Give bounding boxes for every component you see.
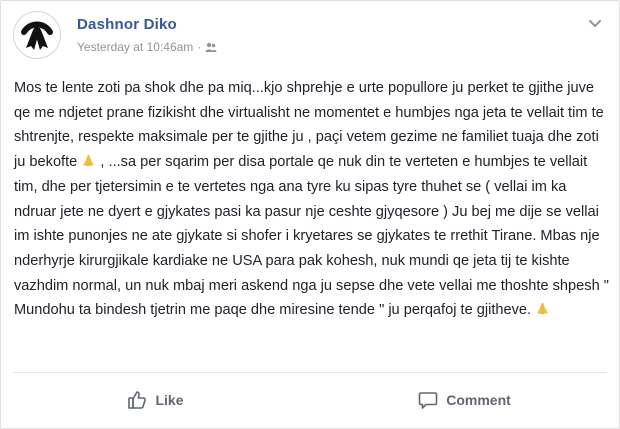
author-name[interactable]: Dashnor Diko: [77, 16, 177, 33]
chevron-down-icon[interactable]: [587, 15, 603, 31]
comment-button[interactable]: Comment: [310, 373, 619, 427]
comment-label: Comment: [446, 392, 511, 408]
post-actions: Like Comment: [1, 373, 619, 427]
friends-icon[interactable]: [205, 41, 217, 53]
post-header: Dashnor Diko Yesterday at 10:46am ·: [13, 11, 607, 61]
post-card: Dashnor Diko Yesterday at 10:46am · Mos …: [0, 0, 620, 429]
comment-bubble-icon: [418, 392, 438, 409]
meta-separator: ·: [197, 40, 202, 54]
post-timestamp[interactable]: Yesterday at 10:46am: [77, 40, 193, 54]
thumbs-up-icon: [128, 391, 147, 409]
avatar[interactable]: [13, 11, 61, 59]
black-ribbon-icon: [21, 21, 53, 50]
post-text: Mos te lente zoti pa shok dhe pa miq...k…: [14, 76, 610, 323]
post-meta: Yesterday at 10:46am ·: [77, 40, 217, 54]
praying-hands-icon: [537, 303, 549, 315]
post-text-part-2: , ...sa per sqarim per disa portale qe n…: [14, 154, 609, 319]
praying-hands-icon: [83, 155, 95, 167]
like-label: Like: [155, 392, 184, 408]
like-button[interactable]: Like: [1, 373, 310, 427]
